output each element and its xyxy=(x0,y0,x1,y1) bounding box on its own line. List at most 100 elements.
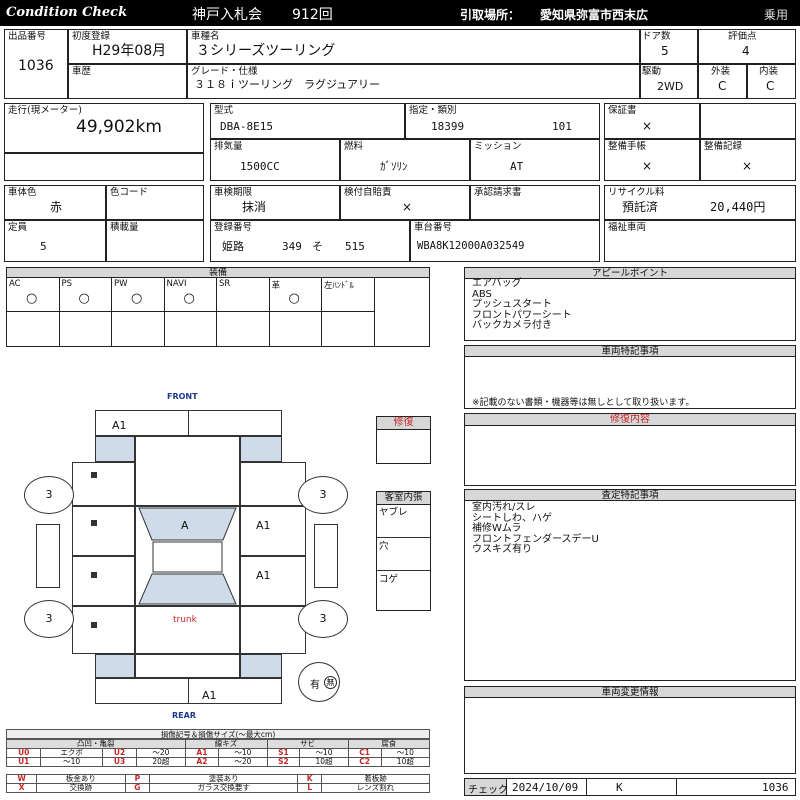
roof-mark: A xyxy=(181,519,189,532)
manual-value: × xyxy=(642,159,653,173)
capacity-label: 定員 xyxy=(8,222,28,233)
classification-value: 101 xyxy=(552,120,572,133)
rear-label: REAR xyxy=(172,711,196,720)
equipment-empty-cell xyxy=(322,312,375,346)
lot-number: 912回 xyxy=(292,7,333,23)
equipment-label: 革 xyxy=(271,281,281,291)
legend-desc: 10超 xyxy=(380,757,431,767)
trunk xyxy=(135,606,240,654)
equipment-label: 左ﾊﾝﾄﾞﾙ xyxy=(324,281,354,291)
interior-label: 内装 xyxy=(759,66,779,77)
rear-center xyxy=(135,654,240,678)
legend-code: L xyxy=(297,783,322,793)
legend-desc: レンズ割れ xyxy=(320,783,431,793)
doors-value: 5 xyxy=(661,44,669,58)
first-reg-value: H29年08月 xyxy=(92,43,167,59)
hood xyxy=(135,436,240,506)
legend-title: 損傷記号＆損傷サイズ(〜最大cm) xyxy=(6,729,430,739)
body-color-label: 車体色 xyxy=(8,187,37,198)
front-bumper-right xyxy=(188,410,282,436)
door-handle-icon xyxy=(91,472,97,478)
liability-label: 検付自賠責 xyxy=(344,187,392,198)
inspection-note-line: 補修Wムラ xyxy=(472,523,522,534)
exterior-value: C xyxy=(718,79,727,93)
appeal-line: プッシュスタート xyxy=(472,299,552,310)
warranty-label: 保証書 xyxy=(608,105,637,116)
interior-row-hole: 穴 xyxy=(379,541,389,552)
header-bar: Condition Check 神戸入札会 912回 引取場所： 愛知県弥富市西… xyxy=(0,0,800,26)
left-rear-fender xyxy=(72,606,135,654)
displacement-value: 1500CC xyxy=(240,160,280,173)
check-date: 2024/10/09 xyxy=(512,781,579,794)
plate-class: 349 xyxy=(282,240,302,253)
plate-number: 515 xyxy=(345,240,365,253)
checker: K xyxy=(616,781,623,794)
designation-label: 指定・類別 xyxy=(409,105,457,116)
legend-code: A2 xyxy=(184,757,220,767)
pickup-value: 愛知県弥富市西末広 xyxy=(540,8,649,22)
change-info-panel xyxy=(464,686,796,774)
grade-value: ３１８ｉツーリング ラグジュアリー xyxy=(194,78,381,91)
legend-desc: 交換跡 xyxy=(36,783,126,793)
interior-value: C xyxy=(766,79,775,93)
header-left-title: Condition Check xyxy=(6,5,128,20)
rear-right-corner xyxy=(240,654,282,678)
recycle-fee: 20,440円 xyxy=(710,200,766,214)
right-front-door-mark: A1 xyxy=(256,519,271,532)
legend-code: C2 xyxy=(347,757,382,767)
exterior-label: 外装 xyxy=(711,66,731,77)
tire-left-rear: 3 xyxy=(24,600,74,638)
change-info-title: 車両変更情報 xyxy=(465,687,795,698)
right-rear-door-mark: A1 xyxy=(256,569,271,582)
load-label: 積載量 xyxy=(110,222,139,233)
equipment-cell: PW ○ xyxy=(112,278,165,312)
special-title: 車両特記事項 xyxy=(465,346,795,357)
legend-desc: ガラス交換要す xyxy=(149,783,299,793)
type-value: DBA-8E15 xyxy=(220,120,273,133)
type-label: 型式 xyxy=(214,105,234,116)
equipment-cell: PS ○ xyxy=(59,278,112,312)
check-label: チェック xyxy=(468,785,508,796)
left-front-door xyxy=(72,506,135,556)
liability-value: × xyxy=(402,200,413,214)
equipment-label: PS xyxy=(61,279,73,289)
recycle-status: 預託済 xyxy=(622,200,659,214)
equipment-label: PW xyxy=(114,279,128,289)
fuel-label: 燃料 xyxy=(344,141,364,152)
check-number: 1036 xyxy=(762,781,789,794)
appeal-line: バックカメラ付き xyxy=(472,320,552,331)
rear-left-corner xyxy=(95,654,135,678)
equipment-label: AC xyxy=(9,279,21,289)
tire-right-rear: 3 xyxy=(298,600,348,638)
repair-box-title: 修復 xyxy=(377,417,430,430)
category-label: 乗用 xyxy=(764,8,789,22)
drive-value: 2WD xyxy=(657,80,684,93)
mileage-label: 走行(現メーター) xyxy=(8,105,82,116)
ink-none-mark: 無 xyxy=(324,676,337,689)
right-front-door xyxy=(240,506,306,556)
equipment-cell: SR xyxy=(217,278,270,312)
equipment-cell: AC ○ xyxy=(7,278,60,312)
doors-label: ドア数 xyxy=(642,31,671,42)
inspection-label: 車検期限 xyxy=(214,187,253,198)
left-side-window xyxy=(36,524,60,588)
interior-row-burn: コゲ xyxy=(379,574,399,585)
fuel-value: ｶﾞｿﾘﾝ xyxy=(380,160,408,173)
transmission-label: ミッション xyxy=(474,141,522,152)
designation-value: 18399 xyxy=(431,120,465,133)
score-value: 4 xyxy=(742,44,750,58)
legend-desc: 〜20 xyxy=(218,757,268,767)
equipment-value: ○ xyxy=(78,291,90,306)
equipment-label: SR xyxy=(219,279,231,289)
legend-code: X xyxy=(5,783,38,793)
color-code-label: 色コード xyxy=(110,187,149,198)
special-note: ※記載のない書類・機器等は無しとして取り扱います。 xyxy=(472,398,695,408)
equipment-empty-cell xyxy=(60,312,112,346)
plate-label: 登録番号 xyxy=(214,222,253,233)
equipment-value: ○ xyxy=(183,291,195,306)
rear-bumper-mark: A1 xyxy=(202,689,217,702)
score-label: 評価点 xyxy=(728,31,757,42)
records-value: × xyxy=(742,159,753,173)
front-right-corner xyxy=(240,436,282,462)
equipment-label: NAVI xyxy=(166,279,187,289)
